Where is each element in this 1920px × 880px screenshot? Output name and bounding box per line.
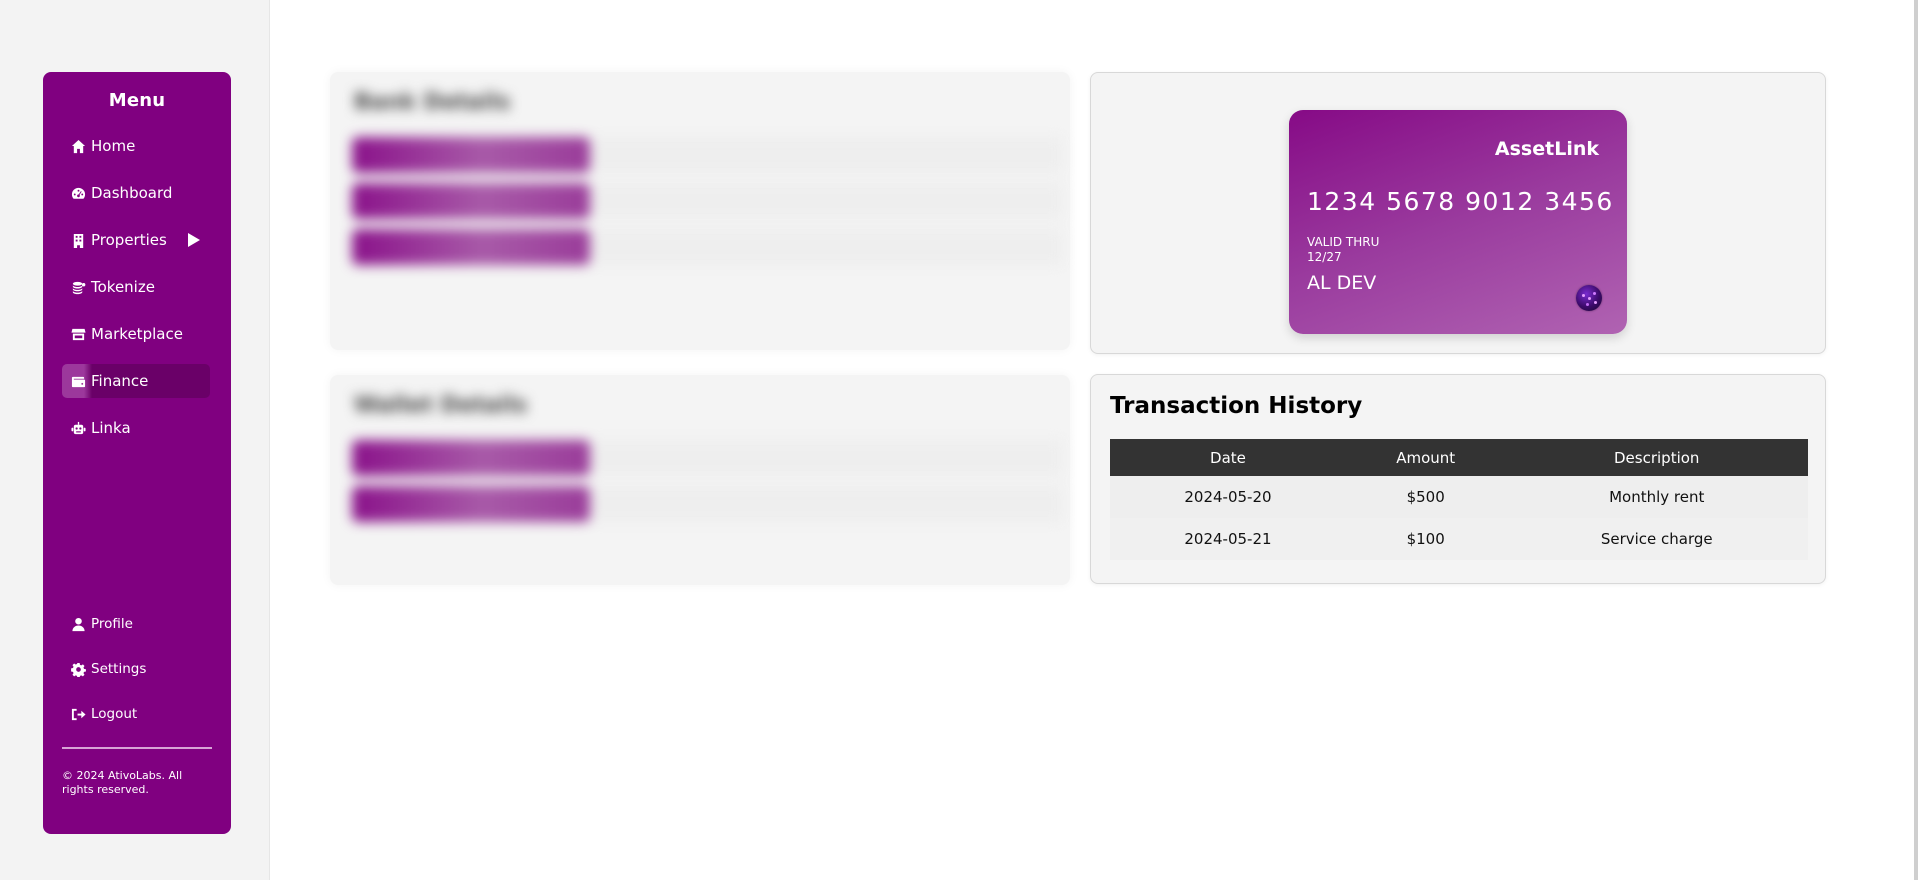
sidebar-item-logout[interactable]: Logout [62,697,210,731]
gauge-icon [70,185,86,201]
sidebar-item-marketplace[interactable]: Marketplace [62,317,210,351]
column-header-amount: Amount [1345,439,1506,476]
transaction-description: Monthly rent [1505,476,1808,518]
home-icon [70,138,86,154]
wallet-detail-label [352,486,590,522]
card-valid-thru: VALID THRU 12/27 [1307,235,1379,265]
valid-thru-label: VALID THRU [1307,235,1380,249]
wallet-detail-row [352,440,1062,476]
bank-detail-row [352,183,1062,219]
transaction-amount: $500 [1345,476,1506,518]
building-icon [70,232,86,248]
user-icon [70,616,86,632]
credit-card[interactable]: AssetLink 1234 5678 9012 3456 VALID THRU… [1289,110,1627,334]
sidebar-item-tokenize[interactable]: Tokenize [62,270,210,304]
sidebar-item-label: Tokenize [91,278,155,296]
card-number: 1234 5678 9012 3456 [1307,187,1614,216]
bank-detail-value [590,137,1062,173]
wallet-detail-row [352,486,1062,522]
blurred-content: Wallet Details [330,375,1070,585]
menu-title: Menu [108,90,166,111]
sidebar-item-label: Finance [91,372,149,390]
valid-thru-date: 12/27 [1307,250,1342,264]
column-header-description: Description [1505,439,1808,476]
robot-icon [70,420,86,436]
table-header-row: Date Amount Description [1110,439,1808,476]
transaction-table: Date Amount Description 2024-05-20 $500 … [1110,439,1808,560]
sidebar-item-label: Dashboard [91,184,173,202]
coins-icon [70,279,86,295]
sidebar-item-label: Properties [91,231,167,249]
transaction-date: 2024-05-21 [1110,518,1346,560]
transaction-history-panel: Transaction History Date Amount Descript… [1090,374,1826,584]
gear-icon [70,661,86,677]
sidebar-item-finance[interactable]: Finance [62,364,210,398]
sidebar-item-label: Settings [91,661,147,677]
table-row: 2024-05-20 $500 Monthly rent [1110,476,1808,518]
sidebar-item-label: Profile [91,616,133,632]
bank-detail-label [352,183,590,219]
bank-details-panel: Bank Details [330,72,1070,350]
sidebar-item-linka[interactable]: Linka [62,411,210,445]
bank-detail-value [590,183,1062,219]
wallet-detail-label [352,440,590,476]
wallet-detail-value [590,486,1062,522]
transaction-date: 2024-05-20 [1110,476,1346,518]
transaction-amount: $100 [1345,518,1506,560]
card-logo-icon [1576,285,1602,311]
sidebar-item-settings[interactable]: Settings [62,652,210,686]
sidebar: Menu Home Dashboard Properties Tokenize … [43,72,231,834]
sidebar-item-properties[interactable]: Properties [62,223,210,257]
card-holder-name: AL DEV [1307,272,1377,294]
transaction-description: Service charge [1505,518,1808,560]
sidebar-item-label: Linka [91,419,131,437]
sidebar-item-label: Marketplace [91,325,183,343]
wallet-details-panel: Wallet Details [330,375,1070,585]
bank-detail-row [352,229,1062,265]
wallet-icon [70,373,86,389]
bank-detail-label [352,229,590,265]
table-row: 2024-05-21 $100 Service charge [1110,518,1808,560]
logout-icon [70,706,86,722]
column-header-date: Date [1110,439,1346,476]
submenu-arrow-icon[interactable] [187,233,200,247]
sidebar-item-dashboard[interactable]: Dashboard [62,176,210,210]
sidebar-item-profile[interactable]: Profile [62,607,210,641]
sidebar-item-home[interactable]: Home [62,129,210,163]
blurred-content: Bank Details [330,72,1070,350]
sidebar-column: Menu Home Dashboard Properties Tokenize … [0,0,270,880]
wallet-detail-value [590,440,1062,476]
bank-detail-row [352,137,1062,173]
wallet-details-title: Wallet Details [354,393,528,418]
bank-detail-value [590,229,1062,265]
page-scrollbar[interactable] [1914,0,1918,880]
bank-details-title: Bank Details [354,90,511,115]
card-brand: AssetLink [1494,138,1599,160]
transaction-history-title: Transaction History [1110,393,1363,419]
copyright-text: © 2024 AtivoLabs. All rights reserved. [62,769,183,796]
store-icon [70,326,86,342]
bank-detail-label [352,137,590,173]
sidebar-item-label: Logout [91,706,138,722]
sidebar-divider [62,747,212,749]
card-panel: AssetLink 1234 5678 9012 3456 VALID THRU… [1090,72,1826,354]
sidebar-item-label: Home [91,137,136,155]
